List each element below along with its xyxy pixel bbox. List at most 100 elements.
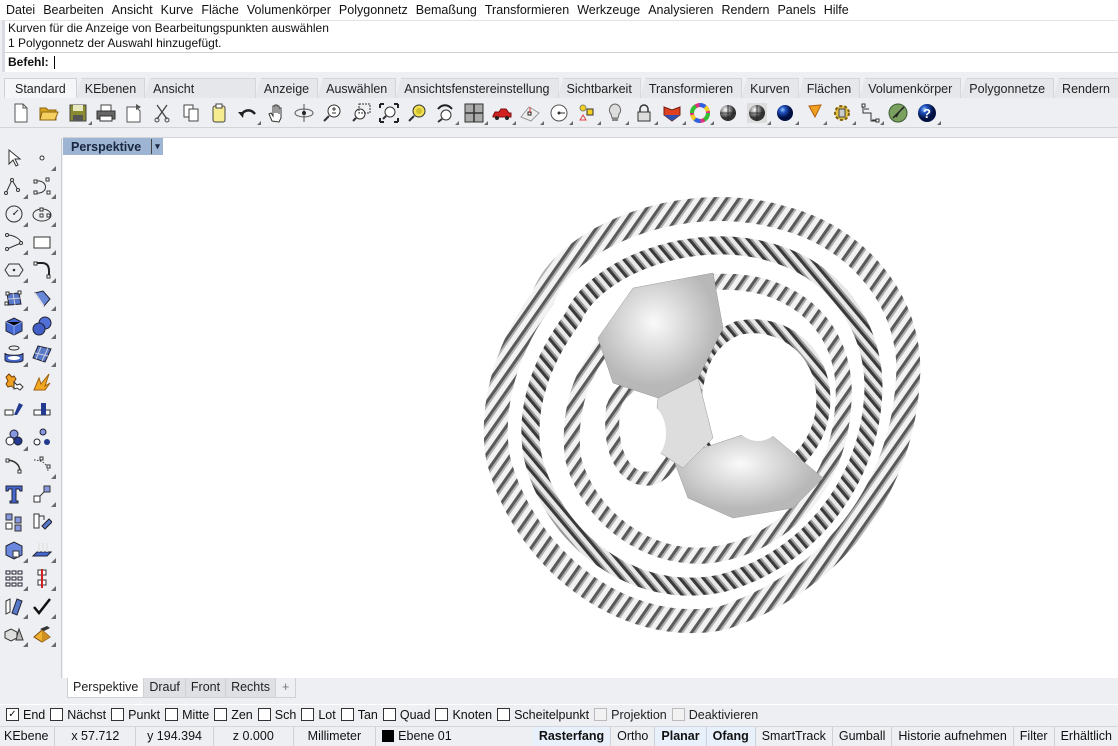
grasshopper-button[interactable] [887, 102, 909, 124]
select-button[interactable] [2, 146, 25, 169]
osnap-scheitelpunkt-checkbox[interactable] [497, 708, 511, 721]
tab-anzeige[interactable]: Anzeige [254, 78, 319, 98]
render-button[interactable] [802, 102, 828, 125]
undo-view-button[interactable] [434, 102, 460, 125]
tab-flaechen[interactable]: Flächen [797, 78, 861, 98]
extrude-surface-button[interactable] [30, 286, 56, 311]
polygon-button[interactable] [2, 258, 28, 283]
tab-sichtbarkeit[interactable]: Sichtbarkeit [557, 78, 641, 98]
menu-werkzeuge[interactable]: Werkzeuge [573, 3, 644, 17]
osnap-knoten[interactable]: Knoten [435, 708, 492, 722]
toggle-filter[interactable]: Filter [1014, 726, 1055, 746]
copy-button[interactable] [180, 102, 202, 124]
toggle-ortho[interactable]: Ortho [611, 726, 656, 746]
set-view-button[interactable] [548, 102, 573, 125]
osnap-knoten-checkbox[interactable] [435, 708, 449, 721]
osnap-mitte-checkbox[interactable] [165, 708, 179, 721]
check-button[interactable] [30, 594, 56, 619]
select-objects-button[interactable] [576, 102, 601, 125]
tab-transformieren[interactable]: Transformieren [639, 78, 743, 98]
menu-volumenkoerper[interactable]: Volumenkörper [243, 3, 335, 17]
point-button[interactable] [30, 146, 56, 171]
cplane-button[interactable] [519, 102, 545, 125]
menu-hilfe[interactable]: Hilfe [820, 3, 853, 17]
split-button[interactable] [30, 398, 53, 421]
surface-points-button[interactable] [2, 286, 28, 311]
tab-kebenen[interactable]: KEbenen [75, 78, 146, 98]
help-button[interactable]: ? [916, 102, 941, 125]
osnap-tan[interactable]: Tan [340, 708, 378, 722]
mesh-button[interactable] [30, 342, 56, 367]
mesh-object[interactable] [483, 178, 923, 638]
osnap-end-checkbox[interactable]: ✓ [6, 708, 19, 721]
osnap-mitte[interactable]: Mitte [165, 708, 209, 722]
menu-polygonnetz[interactable]: Polygonnetz [335, 3, 412, 17]
zoom-window-button[interactable] [350, 102, 372, 124]
osnap-naechst[interactable]: Nächst [50, 708, 106, 722]
tab-ansicht-einstellen[interactable]: Ansicht einstellen [144, 78, 256, 98]
perspective-viewport[interactable]: Perspektive ▾ [63, 137, 1118, 678]
trim-button[interactable] [2, 398, 25, 421]
pan-button[interactable] [265, 102, 287, 124]
osnap-zen-checkbox[interactable] [214, 708, 228, 721]
viewport-tab-perspektive[interactable]: Perspektive [67, 678, 145, 698]
rectangle-button[interactable] [30, 230, 56, 255]
project-button[interactable] [30, 538, 56, 563]
status-layer[interactable]: Ebene 01 [376, 727, 533, 746]
osnap-scheitelpunkt[interactable]: Scheitelpunkt [497, 708, 589, 722]
arc-button[interactable] [2, 230, 28, 255]
ellipse-button[interactable] [30, 202, 56, 227]
osnap-punkt[interactable]: Punkt [111, 708, 160, 722]
fillet-edge-button[interactable] [2, 454, 25, 477]
tab-ansichtsfenstereinstellung[interactable]: Ansichtsfenstereinstellung [395, 78, 559, 98]
join-button[interactable] [2, 370, 25, 393]
menu-kurve[interactable]: Kurve [157, 3, 198, 17]
tab-auswaehlen[interactable]: Auswählen [317, 78, 397, 98]
cut-button[interactable] [151, 102, 173, 124]
menu-bemassung[interactable]: Bemaßung [412, 3, 481, 17]
toggle-ofang[interactable]: Ofang [706, 726, 756, 746]
osnap-lot-checkbox[interactable] [301, 708, 315, 721]
color-button[interactable] [689, 102, 715, 125]
osnap-zen[interactable]: Zen [214, 708, 253, 722]
viewport-tab-front[interactable]: Front [184, 678, 227, 698]
tab-kurven[interactable]: Kurven [741, 78, 799, 98]
status-cplane[interactable]: KEbene [0, 726, 56, 746]
osnap-tan-checkbox[interactable] [340, 708, 354, 721]
array-button[interactable] [2, 510, 25, 533]
viewport-title[interactable]: Perspektive ▾ [63, 138, 164, 155]
menu-analysieren[interactable]: Analysieren [644, 3, 717, 17]
menu-panels[interactable]: Panels [773, 3, 819, 17]
rendered-mode-button[interactable] [774, 102, 800, 125]
lock-button[interactable] [633, 102, 658, 125]
menu-rendern[interactable]: Rendern [718, 3, 774, 17]
block-button[interactable] [2, 538, 28, 563]
viewport-tab-rechts[interactable]: Rechts [225, 678, 276, 698]
osnap-deaktivieren[interactable]: Deaktivieren [671, 708, 758, 722]
print-button[interactable] [95, 102, 117, 124]
tab-rendern[interactable]: Rendern [1053, 78, 1118, 98]
undo-button[interactable] [236, 102, 262, 125]
orient-button[interactable] [30, 510, 53, 533]
group-button[interactable] [2, 426, 28, 451]
add-viewport-tab-button[interactable]: + [274, 678, 297, 698]
osnap-quad[interactable]: Quad [382, 708, 430, 722]
import-button[interactable] [123, 102, 145, 124]
osnap-projektion-checkbox[interactable] [594, 708, 608, 721]
viewport-tab-drauf[interactable]: Drauf [143, 678, 186, 698]
viewport-menu-dropdown[interactable]: ▾ [151, 139, 163, 154]
osnap-projektion[interactable]: Projektion [594, 708, 667, 722]
osnap-sch[interactable]: Sch [257, 708, 296, 722]
tab-standard[interactable]: Standard [4, 78, 77, 98]
rectangular-array-button[interactable] [2, 566, 28, 591]
shaded-mode-button[interactable] [717, 102, 739, 124]
menu-flaeche[interactable]: Fläche [197, 3, 243, 17]
zoom-selected-button[interactable] [406, 102, 428, 124]
options-button[interactable] [831, 102, 856, 125]
light-button[interactable] [604, 102, 630, 125]
offset-button[interactable] [30, 454, 56, 479]
menu-datei[interactable]: Datei [2, 3, 39, 17]
toggle-smarttrack[interactable]: SmartTrack [756, 726, 833, 746]
open-button[interactable] [38, 102, 60, 124]
tab-volumenkoerper[interactable]: Volumenkörper [859, 78, 962, 98]
